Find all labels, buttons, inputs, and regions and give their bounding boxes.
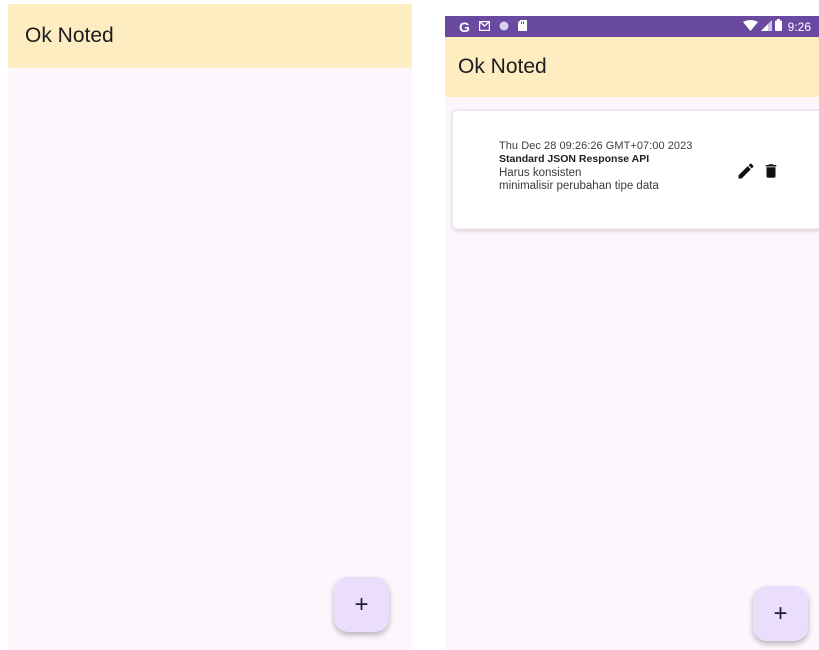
wifi-icon (742, 19, 758, 34)
note-actions (736, 160, 780, 182)
note-content: Thu Dec 28 09:26:26 GMT+07:00 2023 Stand… (499, 140, 692, 192)
app-bar: Ok Noted (8, 4, 412, 68)
notes-list-screen: G 9:26 Ok Noted Thu Dec 28 09:26:26 GMT+… (445, 16, 819, 650)
status-bar: G 9:26 (445, 16, 819, 37)
app-bar: Ok Noted (445, 37, 819, 97)
note-body-line: Harus konsisten (499, 167, 582, 179)
app-title: Ok Noted (458, 55, 547, 78)
add-note-button[interactable]: + (753, 586, 808, 641)
gmail-icon (478, 20, 491, 34)
cellular-signal-icon (760, 19, 772, 34)
note-body: Harus konsisten minimalisir perubahan ti… (499, 167, 692, 192)
note-card[interactable]: Thu Dec 28 09:26:26 GMT+07:00 2023 Stand… (453, 111, 819, 228)
sd-card-icon (517, 19, 527, 34)
edit-icon[interactable] (736, 161, 756, 181)
add-note-button[interactable]: + (334, 577, 389, 632)
note-title: Standard JSON Response API (499, 153, 650, 165)
circle-notification-icon (499, 20, 509, 34)
app-title: Ok Noted (25, 24, 114, 47)
battery-icon (774, 19, 782, 34)
empty-notes-screen: Ok Noted + (8, 4, 412, 650)
note-date: Thu Dec 28 09:26:26 GMT+07:00 2023 (499, 140, 693, 152)
google-icon: G (459, 18, 470, 35)
status-time: 9:26 (787, 19, 811, 34)
delete-icon[interactable] (762, 160, 780, 182)
plus-icon: + (773, 599, 788, 627)
plus-icon: + (354, 590, 369, 618)
note-body-line: minimalisir perubahan tipe data (499, 179, 659, 192)
